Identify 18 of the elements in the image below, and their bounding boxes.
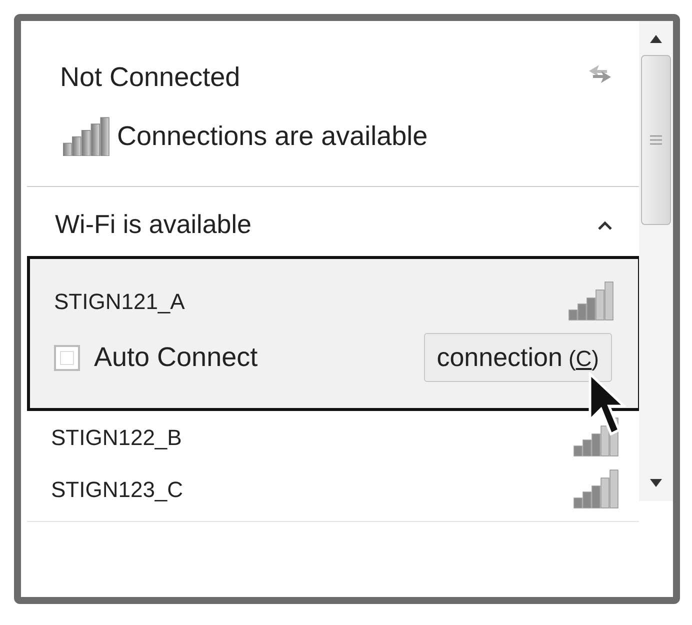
checkbox-label: Auto Connect (94, 341, 258, 374)
connect-button[interactable]: connection (C) (424, 333, 612, 382)
checkbox[interactable] (54, 344, 80, 370)
network-item[interactable]: STIGN121_A Auto Connect connection (C) (27, 256, 641, 411)
signal-available-icon (63, 116, 111, 156)
scroll-thumb[interactable] (641, 55, 671, 225)
cursor-icon (588, 372, 626, 438)
network-name: STIGN121_A (54, 288, 185, 316)
scroll-down-icon[interactable] (650, 479, 662, 487)
grip-icon (650, 135, 662, 145)
status-message: Connections are available (117, 120, 428, 152)
scrollbar[interactable] (639, 21, 673, 501)
signal-icon (568, 281, 614, 321)
signal-icon (573, 469, 619, 509)
status-title: Not Connected (60, 61, 240, 94)
scroll-up-icon[interactable] (650, 35, 662, 43)
collapse-icon[interactable] (597, 220, 613, 230)
section-title: Wi-Fi is available (55, 208, 252, 241)
